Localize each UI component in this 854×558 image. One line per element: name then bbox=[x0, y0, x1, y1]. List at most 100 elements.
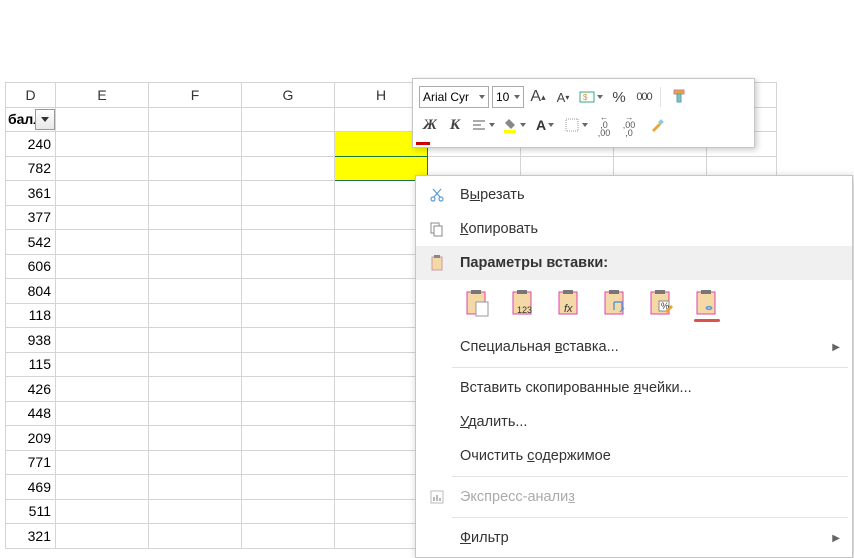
percent-format-icon[interactable]: % bbox=[608, 86, 630, 108]
cell[interactable] bbox=[149, 205, 242, 230]
filter-header-cell[interactable]: балл bbox=[6, 107, 56, 132]
menu-copy[interactable]: Копировать bbox=[416, 212, 852, 246]
cell[interactable] bbox=[56, 377, 149, 402]
cell[interactable] bbox=[335, 426, 428, 451]
cell[interactable] bbox=[242, 377, 335, 402]
cell[interactable] bbox=[335, 377, 428, 402]
cell[interactable] bbox=[242, 524, 335, 549]
decrease-font-icon[interactable]: A▾ bbox=[552, 86, 574, 108]
cell[interactable] bbox=[335, 230, 428, 255]
menu-delete[interactable]: Удалить... bbox=[416, 405, 852, 439]
cell[interactable] bbox=[335, 475, 428, 500]
cell[interactable] bbox=[242, 450, 335, 475]
cell[interactable] bbox=[149, 450, 242, 475]
cell[interactable] bbox=[149, 107, 242, 132]
paste-link-icon[interactable] bbox=[690, 286, 724, 320]
cell[interactable] bbox=[335, 156, 428, 181]
cell[interactable] bbox=[242, 426, 335, 451]
cell[interactable] bbox=[56, 132, 149, 157]
data-cell[interactable]: 469 bbox=[6, 475, 56, 500]
comma-format-icon[interactable]: 000 bbox=[633, 86, 655, 108]
cell[interactable] bbox=[56, 450, 149, 475]
data-cell[interactable]: 321 bbox=[6, 524, 56, 549]
menu-cut[interactable]: Вырезать bbox=[416, 178, 852, 212]
cell[interactable] bbox=[149, 377, 242, 402]
cell[interactable] bbox=[242, 230, 335, 255]
cell[interactable] bbox=[56, 426, 149, 451]
cell[interactable] bbox=[56, 401, 149, 426]
fill-color-icon[interactable] bbox=[500, 114, 528, 136]
cell[interactable] bbox=[149, 352, 242, 377]
decrease-decimal-icon[interactable]: →,00,0 bbox=[618, 114, 640, 136]
cell[interactable] bbox=[149, 156, 242, 181]
cell[interactable] bbox=[56, 352, 149, 377]
cell[interactable] bbox=[149, 499, 242, 524]
cell[interactable] bbox=[149, 181, 242, 206]
cell[interactable] bbox=[242, 352, 335, 377]
data-cell[interactable]: 240 bbox=[6, 132, 56, 157]
cell[interactable] bbox=[149, 230, 242, 255]
cell[interactable] bbox=[242, 132, 335, 157]
data-cell[interactable]: 448 bbox=[6, 401, 56, 426]
cell[interactable] bbox=[149, 132, 242, 157]
cell[interactable] bbox=[335, 254, 428, 279]
cell[interactable] bbox=[335, 450, 428, 475]
cell[interactable] bbox=[56, 475, 149, 500]
cell[interactable] bbox=[242, 401, 335, 426]
cell[interactable] bbox=[56, 279, 149, 304]
data-cell[interactable]: 377 bbox=[6, 205, 56, 230]
cell[interactable] bbox=[335, 303, 428, 328]
cell[interactable] bbox=[242, 279, 335, 304]
cell[interactable] bbox=[335, 401, 428, 426]
cell[interactable] bbox=[149, 426, 242, 451]
data-cell[interactable]: 115 bbox=[6, 352, 56, 377]
col-header-F[interactable]: F bbox=[149, 83, 242, 108]
col-header-G[interactable]: G bbox=[242, 83, 335, 108]
filter-dropdown-icon[interactable] bbox=[35, 109, 55, 130]
col-header-D[interactable]: D bbox=[6, 83, 56, 108]
menu-insert-copied[interactable]: Вставить скопированные ячейки... bbox=[416, 371, 852, 405]
cell[interactable] bbox=[56, 254, 149, 279]
bold-button[interactable]: Ж bbox=[419, 114, 441, 136]
cell[interactable] bbox=[149, 254, 242, 279]
align-icon[interactable] bbox=[469, 114, 497, 136]
cell[interactable] bbox=[335, 352, 428, 377]
menu-filter[interactable]: Фильтр ▶ bbox=[416, 521, 852, 555]
cell[interactable] bbox=[242, 303, 335, 328]
data-cell[interactable]: 511 bbox=[6, 499, 56, 524]
col-header-E[interactable]: E bbox=[56, 83, 149, 108]
cell[interactable] bbox=[149, 401, 242, 426]
cell[interactable] bbox=[149, 328, 242, 353]
cell[interactable] bbox=[335, 279, 428, 304]
italic-button[interactable]: К bbox=[444, 114, 466, 136]
menu-paste-special[interactable]: Специальная вставка... ▶ bbox=[416, 330, 852, 364]
font-color-icon[interactable]: A bbox=[531, 114, 559, 136]
data-cell[interactable]: 426 bbox=[6, 377, 56, 402]
data-cell[interactable]: 606 bbox=[6, 254, 56, 279]
paste-formulas-icon[interactable]: fx bbox=[552, 286, 586, 320]
cell[interactable] bbox=[56, 156, 149, 181]
accounting-format-icon[interactable]: $ bbox=[577, 86, 605, 108]
cell[interactable] bbox=[335, 328, 428, 353]
menu-clear[interactable]: Очистить содержимое bbox=[416, 439, 852, 473]
cell[interactable] bbox=[56, 303, 149, 328]
cell[interactable] bbox=[335, 499, 428, 524]
font-size-dropdown[interactable]: 10 bbox=[492, 86, 524, 108]
data-cell[interactable]: 938 bbox=[6, 328, 56, 353]
increase-decimal-icon[interactable]: ←,0,00 bbox=[593, 114, 615, 136]
data-cell[interactable]: 361 bbox=[6, 181, 56, 206]
data-cell[interactable]: 771 bbox=[6, 450, 56, 475]
data-cell[interactable]: 118 bbox=[6, 303, 56, 328]
increase-font-icon[interactable]: A▴ bbox=[527, 86, 549, 108]
data-cell[interactable]: 782 bbox=[6, 156, 56, 181]
data-cell[interactable]: 209 bbox=[6, 426, 56, 451]
paste-all-icon[interactable] bbox=[460, 286, 494, 320]
cell[interactable] bbox=[242, 107, 335, 132]
cell[interactable] bbox=[242, 156, 335, 181]
paste-formatting-icon[interactable]: % bbox=[644, 286, 678, 320]
cell[interactable] bbox=[242, 205, 335, 230]
cell[interactable] bbox=[149, 475, 242, 500]
cell[interactable] bbox=[242, 328, 335, 353]
format-painter2-icon[interactable] bbox=[643, 114, 671, 136]
cell[interactable] bbox=[242, 475, 335, 500]
